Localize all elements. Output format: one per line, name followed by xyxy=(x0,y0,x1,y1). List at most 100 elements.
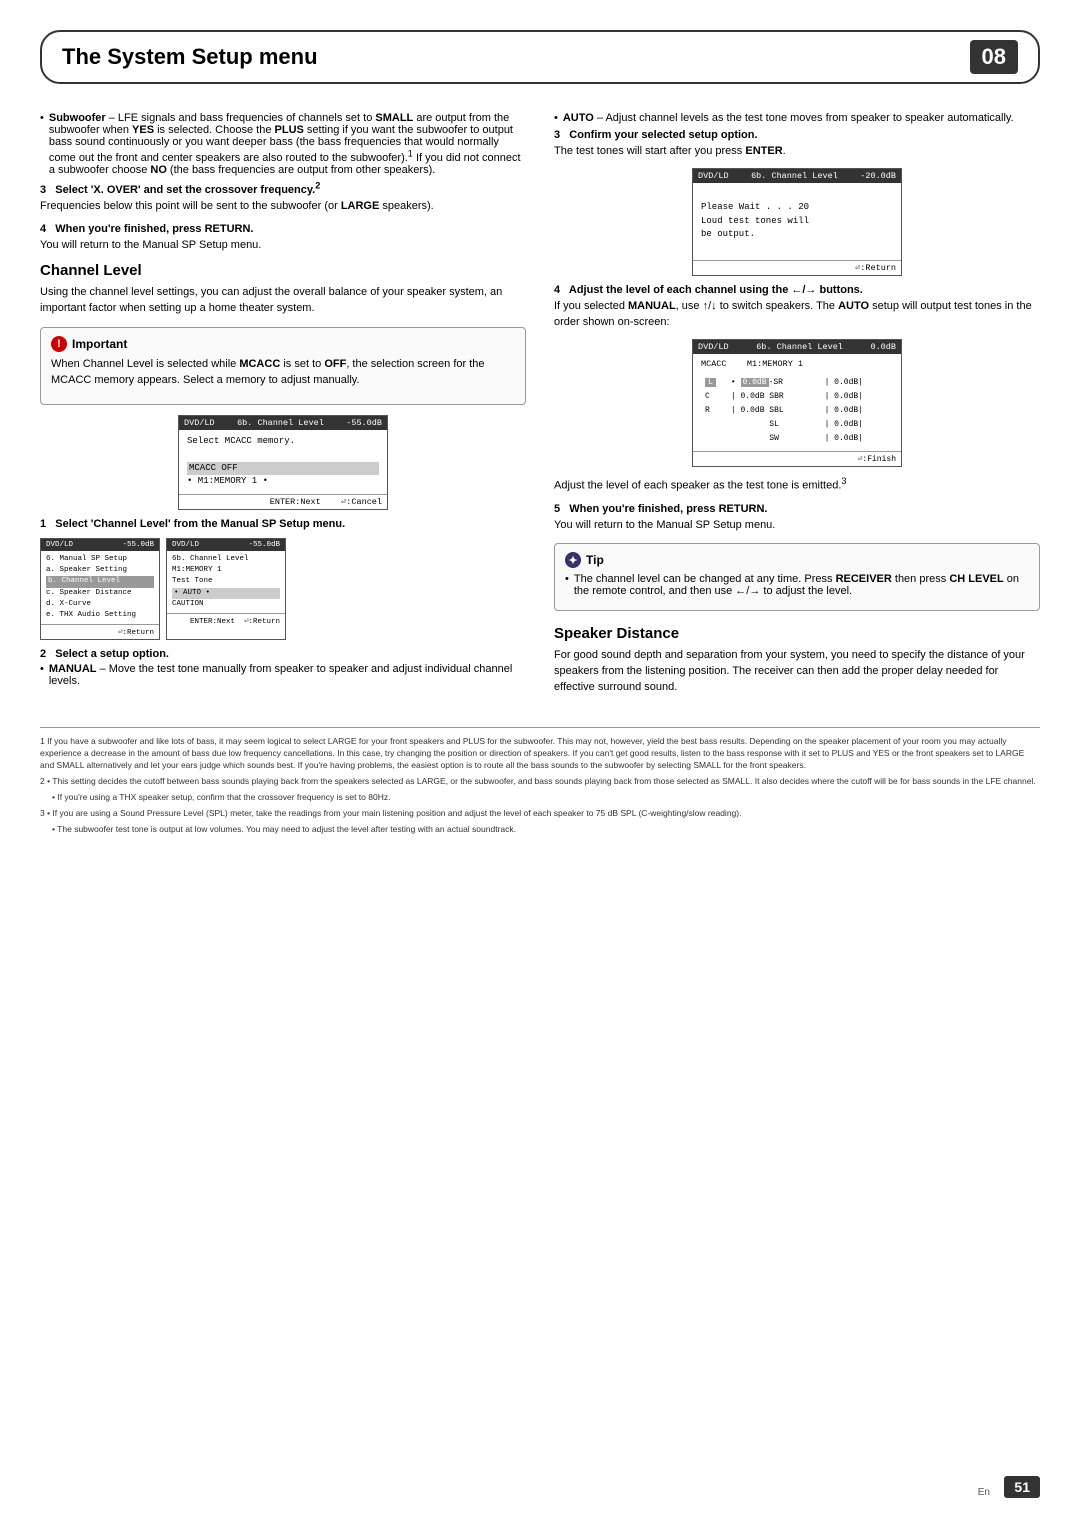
screen3-sr-label xyxy=(703,419,727,431)
screen-sp-footer: ⏎:Return xyxy=(41,624,159,639)
screen-cl-footer-right: ENTER:Next ⏎:Return xyxy=(190,618,280,626)
screen3-sr-val: | 0.0dB| xyxy=(823,419,891,431)
screen3-footer-text: ⏎:Finish xyxy=(858,455,896,464)
screen-sp-line1: a. Speaker Setting xyxy=(46,565,154,576)
tip-content: • The channel level can be changed at an… xyxy=(565,573,1029,597)
screen-row: DVD/LD -55.0dB 6. Manual SP Setup a. Spe… xyxy=(40,538,526,641)
screen1-footer: ENTER:Next ⏎:Cancel xyxy=(179,494,387,509)
step-2-setup-option: 2 Select a setup option. • MANUAL – Move… xyxy=(40,648,526,687)
screen3-body: MCACC M1:MEMORY 1 L • 0.0dB-SR | 0.0dB| … xyxy=(693,354,901,451)
screen3-l-val: | 0.0dB| xyxy=(823,377,891,389)
screen3-header-right: 0.0dB xyxy=(870,342,896,352)
screen2-line3: be output. xyxy=(701,228,893,242)
important-content: When Channel Level is selected while MCA… xyxy=(51,357,515,389)
screen3-c-val: | 0.0dB| xyxy=(823,391,891,403)
tip-icon: ✦ xyxy=(565,552,581,568)
screen3-sw-val: | 0.0dB| xyxy=(823,433,891,445)
screen3-row-sr: SL | 0.0dB| xyxy=(703,419,891,431)
header-bar: The System Setup menu 08 xyxy=(40,30,1040,84)
screen3-row-c: C | 0.0dB SBR | 0.0dB| xyxy=(703,391,891,403)
note3-text: 3 • If you are using a Sound Pressure Le… xyxy=(40,808,741,818)
screen3-subheader: 6b. Channel Level xyxy=(756,342,843,352)
screen1-header-left: DVD/LD xyxy=(184,418,215,428)
subwoofer-bullet: • Subwoofer – LFE signals and bass frequ… xyxy=(40,112,526,176)
screen-sp-right: -55.0dB xyxy=(122,541,154,549)
screen3-sr-dash: SL xyxy=(729,419,821,431)
page-number: 51 xyxy=(1004,1476,1040,1498)
screen-sp-line4: e. THX Audio Setting xyxy=(46,610,154,621)
screen2-footer: ⏎:Return xyxy=(693,260,901,275)
right-column: • AUTO – Adjust channel levels as the te… xyxy=(554,112,1040,703)
step-5-return: 5 When you're finished, press RETURN. Yo… xyxy=(554,503,1040,534)
note3b-text: • The subwoofer test tone is output at l… xyxy=(52,824,516,834)
step4-adjust-text: If you selected MANUAL, use ↑/↓ to switc… xyxy=(554,299,1040,331)
screen-cl-right: -55.0dB xyxy=(248,541,280,549)
footer-notes: 1 If you have a subwoofer and like lots … xyxy=(40,727,1040,835)
page-lang: En xyxy=(978,1487,990,1498)
chapter-number: 08 xyxy=(970,40,1018,74)
tip-text: The channel level can be changed at any … xyxy=(574,573,1029,597)
step-4-adjust: 4 Adjust the level of each channel using… xyxy=(554,284,1040,331)
screen3-sw-label xyxy=(703,433,727,445)
screen-cl-footer: ENTER:Next ⏎:Return xyxy=(167,613,285,628)
screen1-header: DVD/LD 6b. Channel Level -55.0dB xyxy=(179,416,387,430)
screen-cl-highlight: • AUTO • xyxy=(172,588,280,599)
screen2-subheader: 6b. Channel Level xyxy=(751,171,838,181)
note1: 1 If you have a subwoofer and like lots … xyxy=(40,736,1040,772)
screen1-footer-right: ⏎:Cancel xyxy=(341,497,382,507)
screen-sp-body: 6. Manual SP Setup a. Speaker Setting b.… xyxy=(41,551,159,625)
screen-cl-caution: CAUTION xyxy=(172,599,280,610)
screen2-body: Please Wait . . . 20 Loud test tones wil… xyxy=(693,183,901,261)
screen3-c-dash: | 0.0dB SBR xyxy=(729,391,821,403)
screen1-line1: Select MCACC memory. xyxy=(187,435,379,449)
screen1-body: Select MCACC memory. MCACC OFF • M1:MEMO… xyxy=(179,430,387,494)
note2b: • If you're using a THX speaker setup, c… xyxy=(52,792,1040,804)
step-3-confirm: 3 Confirm your selected setup option. Th… xyxy=(554,129,1040,160)
screen3-sw-dash: SW xyxy=(729,433,821,445)
screen2-footer-text: ⏎:Return xyxy=(855,263,896,273)
screen-please-wait: DVD/LD 6b. Channel Level -20.0dB Please … xyxy=(692,168,902,277)
step-3-crossover: 3 Select 'X. OVER' and set the crossover… xyxy=(40,181,526,216)
note1-text: 1 If you have a subwoofer and like lots … xyxy=(40,736,1024,770)
emitted-text: Adjust the level of each speaker as the … xyxy=(554,475,1040,495)
screen1-option: • M1:MEMORY 1 • xyxy=(187,475,379,489)
screen-sp-line2: c. Speaker Distance xyxy=(46,588,154,599)
screen-cl-body: 6b. Channel Level M1:MEMORY 1 Test Tone … xyxy=(167,551,285,613)
speaker-distance-heading: Speaker Distance xyxy=(554,625,1040,642)
screen3-l-dash: • 0.0dB-SR xyxy=(729,377,821,389)
screen-cl-left: DVD/LD xyxy=(172,541,199,549)
screen2-header-right: -20.0dB xyxy=(860,171,896,181)
channel-level-heading: Channel Level xyxy=(40,262,526,279)
step3-crossover-text: Frequencies below this point will be sen… xyxy=(40,199,526,215)
screen-channel-level-small: DVD/LD -55.0dB 6b. Channel Level M1:MEMO… xyxy=(166,538,286,641)
screen1-footer-left: ENTER:Next xyxy=(270,497,321,507)
screen3-row-r: R | 0.0dB SBL | 0.0dB| xyxy=(703,405,891,417)
screen2-line1: Please Wait . . . 20 xyxy=(701,201,893,215)
screen3-header: DVD/LD 6b. Channel Level 0.0dB xyxy=(693,340,901,354)
important-label: ! Important xyxy=(51,336,515,352)
screen-sp-left: DVD/LD xyxy=(46,541,73,549)
tip-box: ✦ Tip • The channel level can be changed… xyxy=(554,543,1040,611)
step4-adjust-title: 4 Adjust the level of each channel using… xyxy=(554,284,1040,296)
step5-return-text: You will return to the Manual SP Setup m… xyxy=(554,518,1040,534)
tip-label-text: Tip xyxy=(586,553,604,567)
screen-sp-subheader: 6. Manual SP Setup xyxy=(46,554,154,565)
step3-crossover-title: 3 Select 'X. OVER' and set the crossover… xyxy=(40,184,320,196)
subwoofer-label: Subwoofer – LFE signals and bass frequen… xyxy=(49,112,521,176)
note3b: • The subwoofer test tone is output at l… xyxy=(52,824,1040,836)
step2-title: 2 Select a setup option. xyxy=(40,648,526,660)
note2: 2 • This setting decides the cutoff betw… xyxy=(40,776,1040,788)
important-icon: ! xyxy=(51,336,67,352)
screen-cl-subheader: 6b. Channel Level M1:MEMORY 1 xyxy=(172,554,280,577)
screen-cl-header: DVD/LD -55.0dB xyxy=(167,539,285,551)
note2b-text: • If you're using a THX speaker setup, c… xyxy=(52,792,390,802)
screen-mcacc-select: DVD/LD 6b. Channel Level -55.0dB Select … xyxy=(178,415,388,510)
channel-level-intro: Using the channel level settings, you ca… xyxy=(40,285,526,317)
step3-confirm-text: The test tones will start after you pres… xyxy=(554,144,1040,160)
step5-return-title: 5 When you're finished, press RETURN. xyxy=(554,503,1040,515)
screen3-c-label: C xyxy=(703,391,727,403)
screen3-r-dash: | 0.0dB SBL xyxy=(729,405,821,417)
screen-sp-footer-text: ⏎:Return xyxy=(118,629,154,637)
screen3-table: L • 0.0dB-SR | 0.0dB| C | 0.0dB SBR | 0.… xyxy=(701,375,893,447)
screen3-r-val: | 0.0dB| xyxy=(823,405,891,417)
